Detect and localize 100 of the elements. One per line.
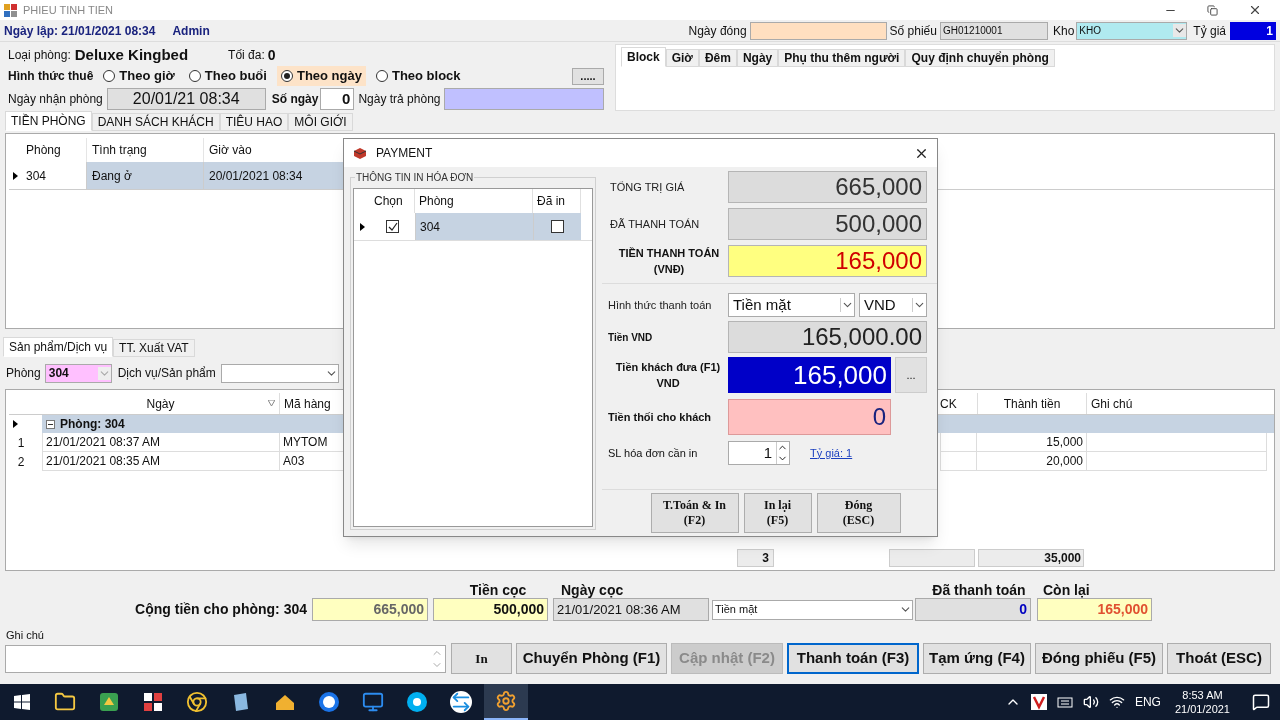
- warehouse-select[interactable]: KHO: [1076, 21, 1188, 40]
- field-label: Loại phòng:: [8, 47, 71, 64]
- max-value: 0: [267, 45, 276, 65]
- column-header: CK: [940, 395, 958, 413]
- field-label: Số phiếu: [889, 22, 937, 40]
- app-icon[interactable]: [406, 691, 428, 713]
- tab[interactable]: Quy định chuyển phòng: [905, 49, 1055, 67]
- collapse-icon[interactable]: [46, 419, 55, 429]
- gear-icon[interactable]: [495, 690, 517, 712]
- field-label: Dịch vụ/Sản phẩm: [117, 365, 216, 382]
- field-label: TIỀN THANH TOÁN (VNĐ): [617, 246, 721, 277]
- wifi-icon[interactable]: [1108, 694, 1125, 710]
- copies-spinner[interactable]: 1: [728, 441, 790, 465]
- checkbox[interactable]: [386, 220, 399, 233]
- row-number: 2: [16, 453, 26, 471]
- field-label: Ngày trả phòng: [358, 91, 441, 108]
- change-field[interactable]: 0: [728, 399, 891, 435]
- dropdown-icon: [1173, 24, 1187, 37]
- clock: 8:53 AM 21/01/2021: [1174, 688, 1230, 716]
- radio-option[interactable]: Theo giờ: [99, 66, 179, 86]
- print-button[interactable]: In: [451, 643, 512, 674]
- field-label: Ghi chú: [6, 628, 45, 642]
- note-field[interactable]: [5, 644, 446, 673]
- paid-field: 0: [915, 598, 1031, 621]
- field-label: Ngày nhận phòng: [8, 91, 103, 108]
- field-label: Tối đa:: [228, 47, 265, 64]
- user-name: Admin: [172, 22, 210, 40]
- radio-option[interactable]: Theo buổi: [184, 66, 271, 86]
- dialog-button[interactable]: Đóng (ESC): [816, 493, 901, 533]
- tab[interactable]: MÔI GIỚI: [288, 113, 353, 131]
- total-amount: 35,000: [978, 549, 1084, 567]
- tab[interactable]: Đêm: [698, 49, 737, 67]
- action-button[interactable]: Chuyển Phòng (F1): [516, 643, 667, 674]
- table-cell: 21/01/2021 08:37 AM: [42, 433, 280, 452]
- close-date-field[interactable]: [749, 21, 887, 40]
- deposit-field[interactable]: 500,000: [433, 598, 548, 621]
- column-header: Ngày: [42, 393, 280, 414]
- table-cell: 21/01/2021 08:35 AM: [42, 452, 280, 471]
- tray-app-icon[interactable]: [1030, 694, 1047, 710]
- window-title: PHIEU TINH TIEN: [23, 2, 114, 18]
- more-button[interactable]: .....: [572, 67, 604, 85]
- cash-given-field[interactable]: 165,000: [728, 357, 891, 393]
- action-button[interactable]: Đóng phiếu (F5): [1035, 643, 1163, 674]
- close-icon[interactable]: [1248, 3, 1262, 17]
- browser-icon[interactable]: [186, 691, 208, 713]
- remaining-field: 165,000: [1037, 598, 1152, 621]
- field-label: ĐÃ THANH TOÁN: [610, 216, 701, 232]
- tab[interactable]: Sản phẩm/Dịch vụ: [3, 337, 114, 357]
- more-button[interactable]: ...: [895, 357, 927, 393]
- table-cell: 20,000: [977, 452, 1087, 471]
- tab[interactable]: TT. Xuất VAT: [113, 339, 195, 357]
- tab[interactable]: TIÊU HAO: [219, 113, 289, 131]
- tab[interactable]: Phụ thu thêm người: [778, 49, 906, 67]
- room-select[interactable]: 304: [44, 363, 112, 383]
- tab[interactable]: Giờ: [665, 49, 699, 67]
- radio-option[interactable]: Theo ngày: [276, 66, 366, 86]
- app-icon: [352, 146, 368, 160]
- grid-app-icon[interactable]: [142, 691, 164, 713]
- tab[interactable]: TIỀN PHÒNG: [5, 111, 92, 131]
- restore-icon[interactable]: [1207, 4, 1218, 16]
- created-date: Ngày lập: 21/01/2021 08:34: [4, 22, 156, 40]
- checkout-field[interactable]: [443, 88, 604, 110]
- field-label: SL hóa đơn cần in: [608, 445, 699, 461]
- rate-link[interactable]: Tỷ giá: 1: [810, 444, 853, 462]
- field-label: Hình thức thuê: [8, 68, 94, 85]
- start-icon[interactable]: [14, 694, 30, 710]
- checkbox[interactable]: [551, 220, 564, 233]
- row-number: 1: [16, 434, 26, 452]
- dropdown-icon: [912, 298, 926, 312]
- tab[interactable]: Ngày: [736, 49, 779, 67]
- action-button[interactable]: Thanh toán (F3): [787, 643, 919, 674]
- field-label: Tiền khách đưa (F1) VND: [614, 360, 722, 391]
- field-label: Ngày đóng: [688, 22, 747, 40]
- remote-app-icon[interactable]: [450, 691, 472, 713]
- keyboard-icon[interactable]: [1056, 695, 1073, 709]
- field-label: Còn lại: [1042, 581, 1090, 597]
- tab[interactable]: DANH SÁCH KHÁCH: [91, 113, 220, 131]
- app-icon[interactable]: [98, 691, 120, 713]
- payment-method-select[interactable]: Tiền mặt: [728, 293, 855, 317]
- action-button[interactable]: Tạm ứng (F4): [923, 643, 1031, 674]
- action-button[interactable]: Thoát (ESC): [1167, 643, 1271, 674]
- tab[interactable]: Block: [621, 47, 666, 67]
- monitor-icon[interactable]: [362, 691, 384, 713]
- field-label: Tiền VND: [608, 330, 654, 345]
- table-cell: [940, 452, 977, 471]
- volume-icon[interactable]: [1082, 694, 1099, 710]
- total-field: 665,000: [728, 171, 927, 203]
- folder-icon[interactable]: [54, 691, 76, 713]
- chat-app-icon[interactable]: [318, 691, 340, 713]
- currency-select[interactable]: VND: [859, 293, 927, 317]
- days-field[interactable]: 0: [320, 88, 355, 110]
- method-select[interactable]: Tiền mặt: [712, 599, 913, 620]
- dialog-button[interactable]: T.Toán & In (F2): [650, 493, 739, 533]
- field-label: TỔNG TRỊ GIÁ: [610, 179, 686, 195]
- dialog-button[interactable]: In lại (F5): [743, 493, 812, 533]
- due-field: 165,000: [728, 245, 927, 277]
- radio-option[interactable]: Theo block: [371, 66, 465, 86]
- checkin-field: 20/01/21 08:34: [106, 88, 266, 110]
- notification-icon[interactable]: [1252, 693, 1270, 711]
- field-label: Hình thức thanh toán: [608, 297, 713, 313]
